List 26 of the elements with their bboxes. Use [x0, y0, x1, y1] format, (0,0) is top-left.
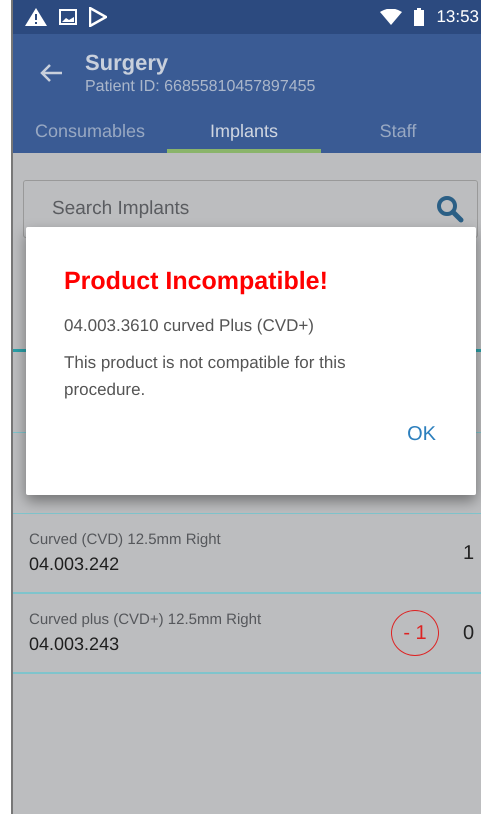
implant-name: Curved (CVD) 12.5mm Right — [29, 531, 222, 548]
wifi-icon — [380, 9, 402, 25]
search-field[interactable]: Search Implants — [23, 180, 478, 238]
tab[interactable]: Consumables — [13, 112, 167, 153]
tab[interactable]: Implants — [167, 112, 321, 153]
image-icon — [59, 9, 77, 25]
implant-code: 04.003.242 — [29, 554, 120, 575]
dialog-message: This product is not compatible for this procedure. — [64, 352, 347, 401]
tab[interactable]: Staff — [321, 112, 475, 153]
back-arrow-icon[interactable] — [39, 63, 63, 83]
dialog-title: Product Incompatible! — [64, 267, 329, 296]
battery-icon — [414, 8, 424, 26]
decrement-badge[interactable]: - 1 — [391, 610, 439, 656]
implant-name: Curved plus (CVD+) 12.5mm Right — [29, 611, 262, 628]
quantity: 1 — [463, 542, 476, 564]
screen-title: Surgery — [85, 50, 170, 76]
search-icon[interactable] — [436, 195, 464, 223]
implant-row[interactable]: Curved plus (CVD+) 12.5mm Right 04.003.243 - 1 0 — [13, 594, 481, 674]
ok-button[interactable]: OK — [407, 417, 436, 452]
warning-icon — [25, 8, 47, 26]
quantity: 0 — [463, 622, 476, 644]
status-time: 13:53 — [436, 7, 479, 27]
implant-row[interactable]: Curved (CVD) 12.5mm Right 04.003.242 1 — [13, 514, 481, 594]
product-name: 04.003.3610 curved Plus (CVD+) — [64, 315, 315, 337]
implant-code: 04.003.243 — [29, 634, 120, 655]
patient-id: Patient ID: 66855810457897455 — [85, 78, 316, 96]
